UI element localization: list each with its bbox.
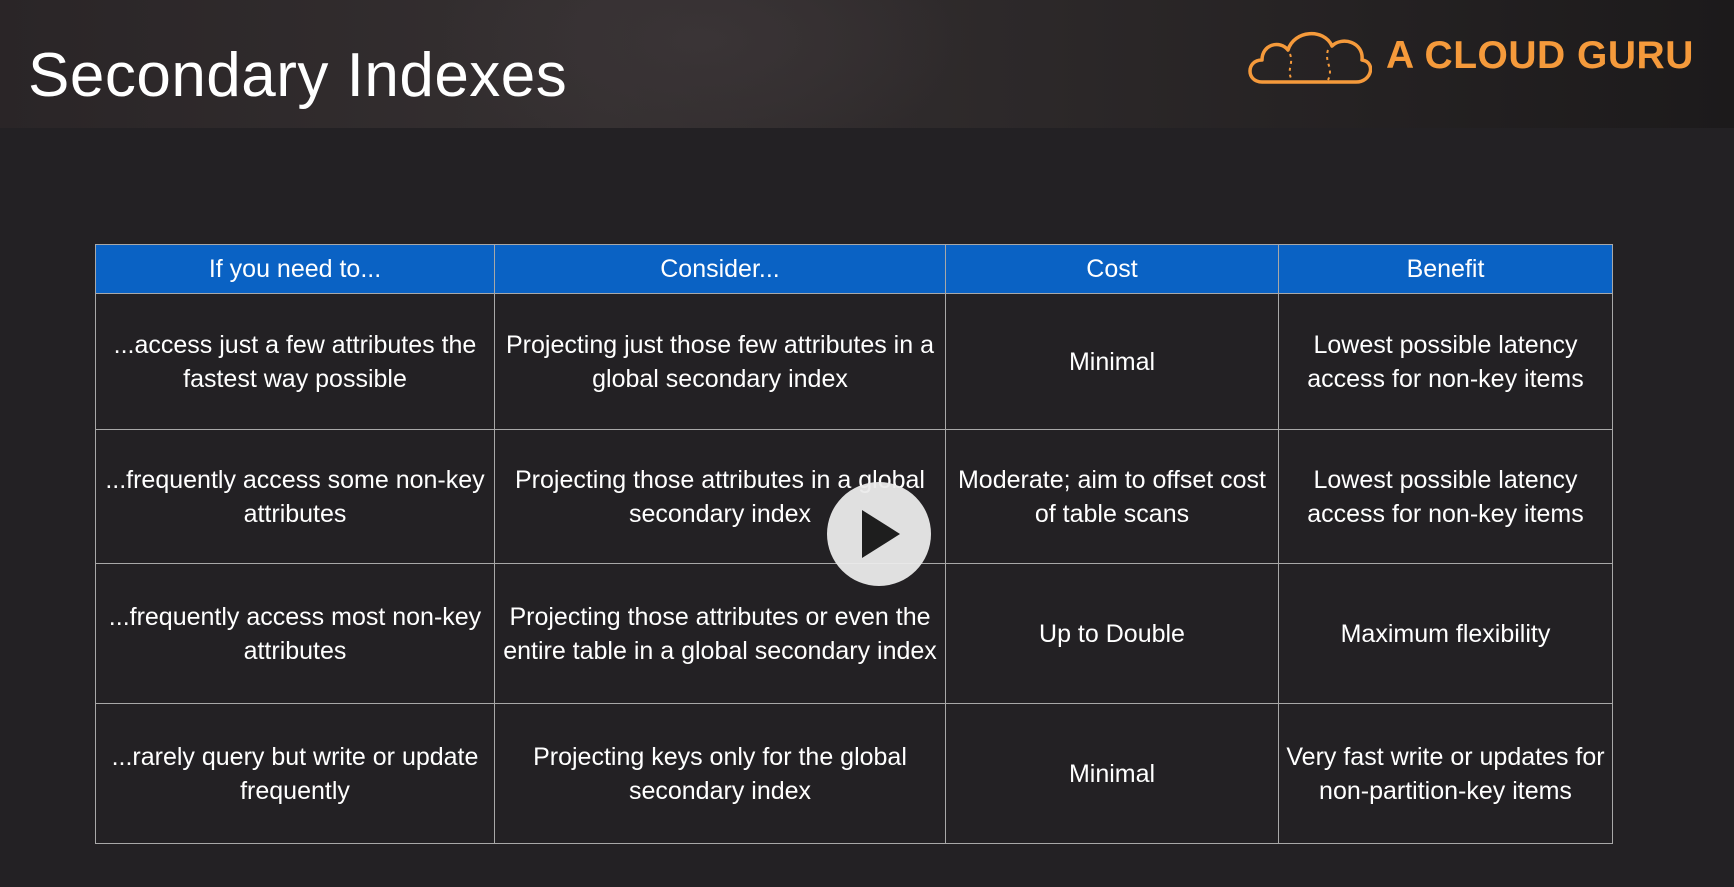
table-cell: Lowest possible latency access for non-k… (1278, 293, 1613, 430)
table-cell: Minimal (945, 293, 1279, 430)
table-cell: ...rarely query but write or update freq… (95, 703, 495, 844)
play-button[interactable] (827, 482, 931, 586)
column-header: Cost (945, 244, 1279, 294)
column-header: If you need to... (95, 244, 495, 294)
cloud-logo-icon (1248, 31, 1372, 84)
table-cell: Very fast write or updates for non-parti… (1278, 703, 1613, 844)
brand-logo: A CLOUD GURU (1242, 20, 1694, 92)
table-cell: Projecting keys only for the global seco… (494, 703, 946, 844)
logo-text: A CLOUD GURU (1386, 34, 1694, 77)
slide-title: Secondary Indexes (28, 41, 568, 110)
table-cell: ...frequently access most non-key attrib… (95, 563, 495, 704)
table-cell: Up to Double (945, 563, 1279, 704)
column-header: Benefit (1278, 244, 1613, 294)
play-icon (862, 510, 900, 558)
table-cell: Minimal (945, 703, 1279, 844)
column-header: Consider... (494, 244, 946, 294)
table-cell: Lowest possible latency access for non-k… (1278, 429, 1613, 564)
table-row: ...frequently access most non-key attrib… (95, 563, 1613, 704)
table-cell: ...access just a few attributes the fast… (95, 293, 495, 430)
table-cell: Maximum flexibility (1278, 563, 1613, 704)
table-row: ...access just a few attributes the fast… (95, 293, 1613, 430)
table-row: ...rarely query but write or update freq… (95, 703, 1613, 844)
table-cell: Projecting just those few attributes in … (494, 293, 946, 430)
table-header-row: If you need to... Consider... Cost Benef… (95, 244, 1613, 294)
table-cell: Moderate; aim to offset cost of table sc… (945, 429, 1279, 564)
table-cell: ...frequently access some non-key attrib… (95, 429, 495, 564)
